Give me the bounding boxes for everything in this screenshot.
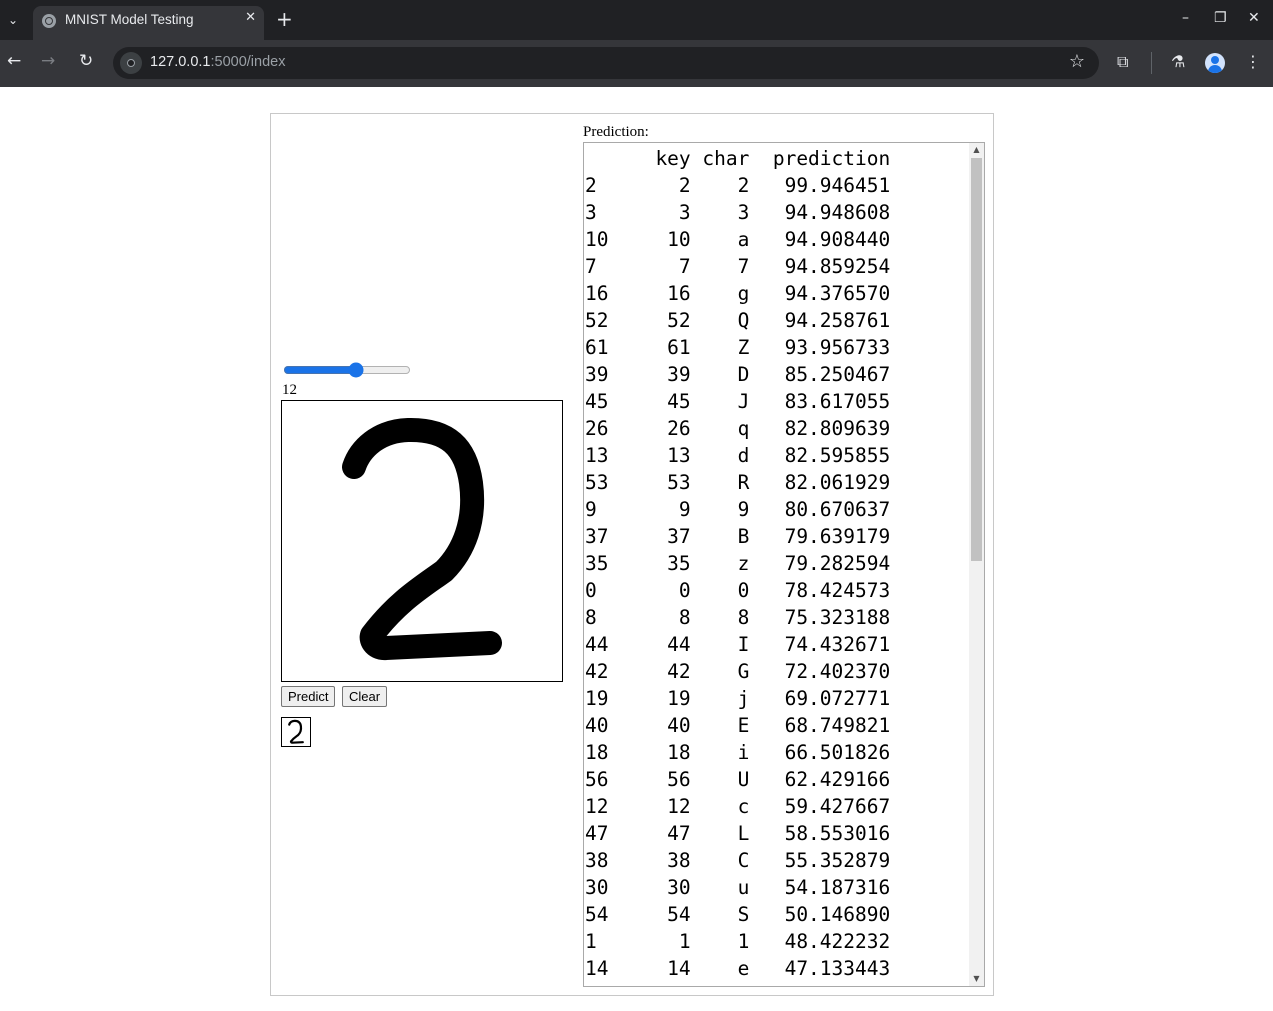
reload-button[interactable]: ↻ [79, 51, 93, 71]
browser-toolbar: ← → ↻ 127.0.0.1:5000/index ☆ ⧉ ⚗ ⋮ [0, 40, 1273, 87]
address-bar[interactable]: 127.0.0.1:5000/index ☆ [113, 47, 1099, 79]
tab-search-button[interactable]: ⌄ [0, 6, 26, 34]
scroll-up-arrow[interactable]: ▲ [969, 143, 984, 157]
globe-icon [42, 14, 56, 28]
tab-strip: ⌄ MNIST Model Testing ✕ + – ❐ ✕ [0, 0, 1273, 40]
bookmark-star-icon[interactable]: ☆ [1069, 51, 1085, 72]
forward-button[interactable]: → [41, 51, 55, 71]
prediction-label: Prediction: [583, 124, 649, 140]
site-info-icon[interactable] [120, 52, 142, 74]
prediction-output[interactable]: key char prediction 2 2 2 99.946451 3 3 … [583, 142, 985, 987]
close-tab-icon[interactable]: ✕ [245, 10, 256, 25]
url-text: 127.0.0.1:5000/index [150, 54, 285, 70]
preview-digit [288, 719, 304, 744]
brush-size-value: 12 [282, 382, 297, 398]
url-host: 127.0.0.1 [150, 54, 211, 70]
url-path: :5000/index [210, 54, 286, 70]
prediction-scrollbar[interactable]: ▲ ▼ [969, 143, 984, 986]
menu-kebab-icon[interactable]: ⋮ [1245, 52, 1261, 72]
scroll-down-arrow[interactable]: ▼ [969, 972, 984, 986]
prediction-table: key char prediction 2 2 2 99.946451 3 3 … [585, 147, 891, 980]
clear-button[interactable]: Clear [342, 686, 388, 707]
toolbar-divider [1151, 52, 1152, 74]
new-tab-button[interactable]: + [276, 8, 293, 30]
scroll-thumb[interactable] [971, 158, 982, 561]
downscaled-preview [281, 717, 311, 747]
labs-flask-icon[interactable]: ⚗ [1171, 52, 1185, 72]
minimize-button[interactable]: – [1182, 10, 1189, 26]
drawing-canvas[interactable] [281, 400, 563, 682]
predict-button[interactable]: Predict [281, 686, 336, 707]
tab-title: MNIST Model Testing [65, 12, 194, 27]
tab-mnist-model-testing[interactable]: MNIST Model Testing ✕ [33, 6, 264, 40]
restore-button[interactable]: ❐ [1214, 10, 1227, 26]
profile-avatar[interactable] [1205, 53, 1225, 73]
back-button[interactable]: ← [7, 51, 21, 71]
brush-size-slider[interactable] [283, 362, 411, 378]
close-window-button[interactable]: ✕ [1248, 10, 1260, 26]
drawn-digit-stroke [342, 417, 502, 661]
extensions-icon[interactable]: ⧉ [1117, 52, 1128, 72]
